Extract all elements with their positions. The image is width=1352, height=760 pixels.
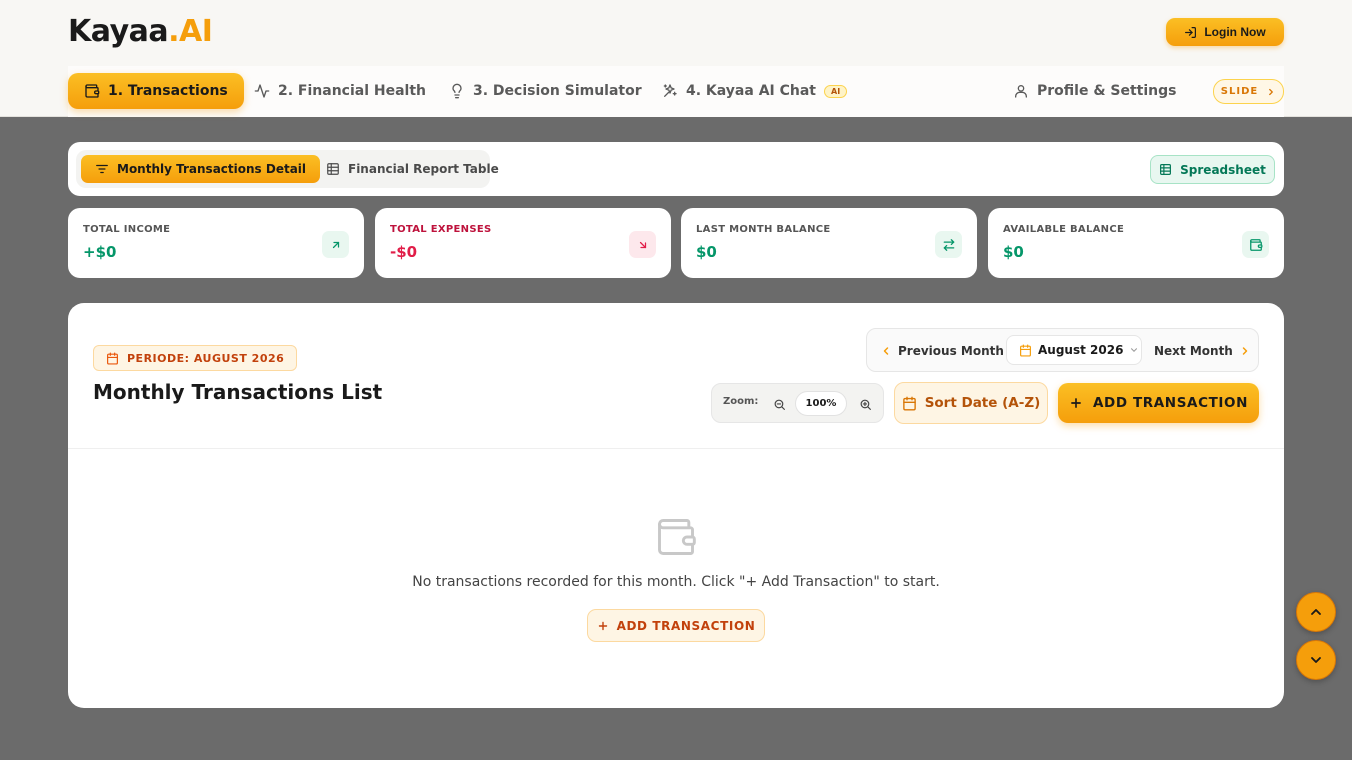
previous-month-button[interactable]: Previous Month	[880, 336, 1004, 366]
zoom-in-icon	[860, 399, 871, 410]
plus-icon	[598, 621, 607, 630]
tab-label: 1. Transactions	[108, 83, 228, 99]
table-icon	[327, 163, 339, 175]
activity-icon	[254, 84, 270, 98]
plus-icon	[1071, 398, 1081, 408]
calendar-icon	[107, 351, 118, 365]
chevron-down-icon	[1131, 348, 1138, 352]
view-toolbar: Monthly Transactions Detail Financial Re…	[68, 142, 1284, 196]
view-monthly-detail[interactable]: Monthly Transactions Detail	[81, 155, 321, 183]
sort-label: Sort Date (A-Z)	[924, 395, 1041, 411]
next-month-button[interactable]: Next Month	[1154, 336, 1251, 366]
spreadsheet-button[interactable]: Spreadsheet	[1150, 155, 1275, 184]
tab-label: 3. Decision Simulator	[473, 83, 642, 99]
panel-divider	[68, 448, 1284, 449]
wallet-icon	[658, 519, 696, 555]
scroll-up-button[interactable]	[1296, 592, 1336, 632]
arrow-up-right-icon	[322, 231, 349, 258]
sort-date-button[interactable]: Sort Date (A-Z)	[894, 382, 1048, 424]
chevron-up-icon	[1311, 609, 1321, 615]
sparkles-icon	[663, 84, 677, 97]
add-transaction-label: ADD TRANSACTION	[1093, 395, 1248, 411]
user-icon	[1015, 85, 1027, 98]
login-button[interactable]: Login Now	[1166, 18, 1284, 46]
tab-financial-health[interactable]: 2. Financial Health	[238, 73, 442, 109]
wallet-icon	[1242, 231, 1269, 258]
stat-value: $0	[696, 243, 717, 261]
stat-label: TOTAL INCOME	[83, 224, 171, 235]
filter-icon	[96, 164, 108, 174]
empty-state-message: No transactions recorded for this month.…	[412, 574, 940, 590]
chevron-right-icon	[1269, 88, 1274, 95]
stat-value: +$0	[83, 243, 117, 261]
stat-label: AVAILABLE BALANCE	[1003, 224, 1125, 235]
logo-accent: .AI	[168, 14, 213, 49]
period-badge: PERIODE: AUGUST 2026	[93, 345, 298, 371]
ai-badge: AI	[824, 84, 848, 98]
tab-kayaa-ai-chat[interactable]: 4. Kayaa AI Chat AI	[646, 73, 863, 109]
transactions-panel: PERIODE: AUGUST 2026 Monthly Transaction…	[68, 303, 1284, 708]
tab-transactions[interactable]: 1. Transactions	[68, 73, 244, 109]
view-financial-report[interactable]: Financial Report Table	[312, 155, 513, 183]
previous-month-label: Previous Month	[898, 344, 1004, 358]
zoom-out-icon	[774, 399, 785, 410]
add-transaction-button[interactable]: ADD TRANSACTION	[1058, 383, 1259, 423]
tab-decision-simulator[interactable]: 3. Decision Simulator	[433, 73, 658, 109]
zoom-value: 100%	[795, 391, 847, 416]
stat-last-month-balance: LAST MONTH BALANCE $0	[681, 208, 977, 278]
app-header: Kayaa.AI Login Now 1. Transactions 2. Fi…	[0, 0, 1352, 117]
zoom-in-button[interactable]	[853, 392, 877, 416]
empty-add-label: ADD TRANSACTION	[616, 618, 756, 633]
month-navigator: Previous Month August 2026 Next Month	[866, 328, 1259, 372]
lightbulb-icon	[452, 83, 462, 99]
tab-label: 4. Kayaa AI Chat	[686, 83, 816, 99]
calendar-icon	[902, 396, 916, 410]
stat-available-balance: AVAILABLE BALANCE $0	[988, 208, 1284, 278]
page-title: Monthly Transactions List	[93, 380, 383, 404]
main-nav: 1. Transactions 2. Financial Health 3. D…	[68, 66, 1284, 117]
empty-add-transaction-button[interactable]: ADD TRANSACTION	[587, 609, 765, 642]
wallet-icon	[85, 84, 100, 98]
swap-icon	[935, 231, 962, 258]
login-label: Login Now	[1204, 25, 1266, 39]
app-logo[interactable]: Kayaa.AI	[68, 14, 213, 49]
chevron-down-icon	[1311, 657, 1321, 663]
stat-total-expenses: TOTAL EXPENSES -$0	[375, 208, 671, 278]
month-select[interactable]: August 2026	[1006, 335, 1142, 365]
view-label: Financial Report Table	[348, 162, 499, 176]
chevron-right-icon	[1242, 347, 1248, 355]
login-icon	[1185, 26, 1197, 38]
arrow-down-right-icon	[629, 231, 656, 258]
slide-button[interactable]: SLIDE	[1213, 79, 1284, 104]
scroll-down-button[interactable]	[1296, 640, 1336, 680]
spreadsheet-icon	[1160, 164, 1172, 175]
tab-profile-settings[interactable]: Profile & Settings	[997, 73, 1193, 109]
zoom-out-button[interactable]	[767, 392, 791, 416]
period-label: PERIODE: AUGUST 2026	[127, 351, 285, 365]
stat-label: LAST MONTH BALANCE	[696, 224, 831, 235]
zoom-control: Zoom: 100%	[711, 383, 884, 423]
next-month-label: Next Month	[1154, 344, 1233, 358]
stat-value: $0	[1003, 243, 1024, 261]
chevron-left-icon	[883, 347, 889, 355]
tab-label: 2. Financial Health	[278, 83, 427, 99]
zoom-label: Zoom:	[723, 396, 759, 407]
stat-total-income: TOTAL INCOME +$0	[68, 208, 364, 278]
slide-label: SLIDE	[1220, 86, 1259, 97]
view-label: Monthly Transactions Detail	[117, 162, 307, 176]
stat-label: TOTAL EXPENSES	[390, 224, 492, 235]
logo-main: Kayaa	[68, 14, 169, 49]
month-value: August 2026	[1038, 343, 1124, 357]
spreadsheet-label: Spreadsheet	[1180, 162, 1266, 177]
tab-label: Profile & Settings	[1037, 83, 1177, 99]
calendar-icon	[1020, 343, 1031, 357]
view-toggle: Monthly Transactions Detail Financial Re…	[76, 150, 499, 188]
stat-value: -$0	[390, 243, 418, 261]
